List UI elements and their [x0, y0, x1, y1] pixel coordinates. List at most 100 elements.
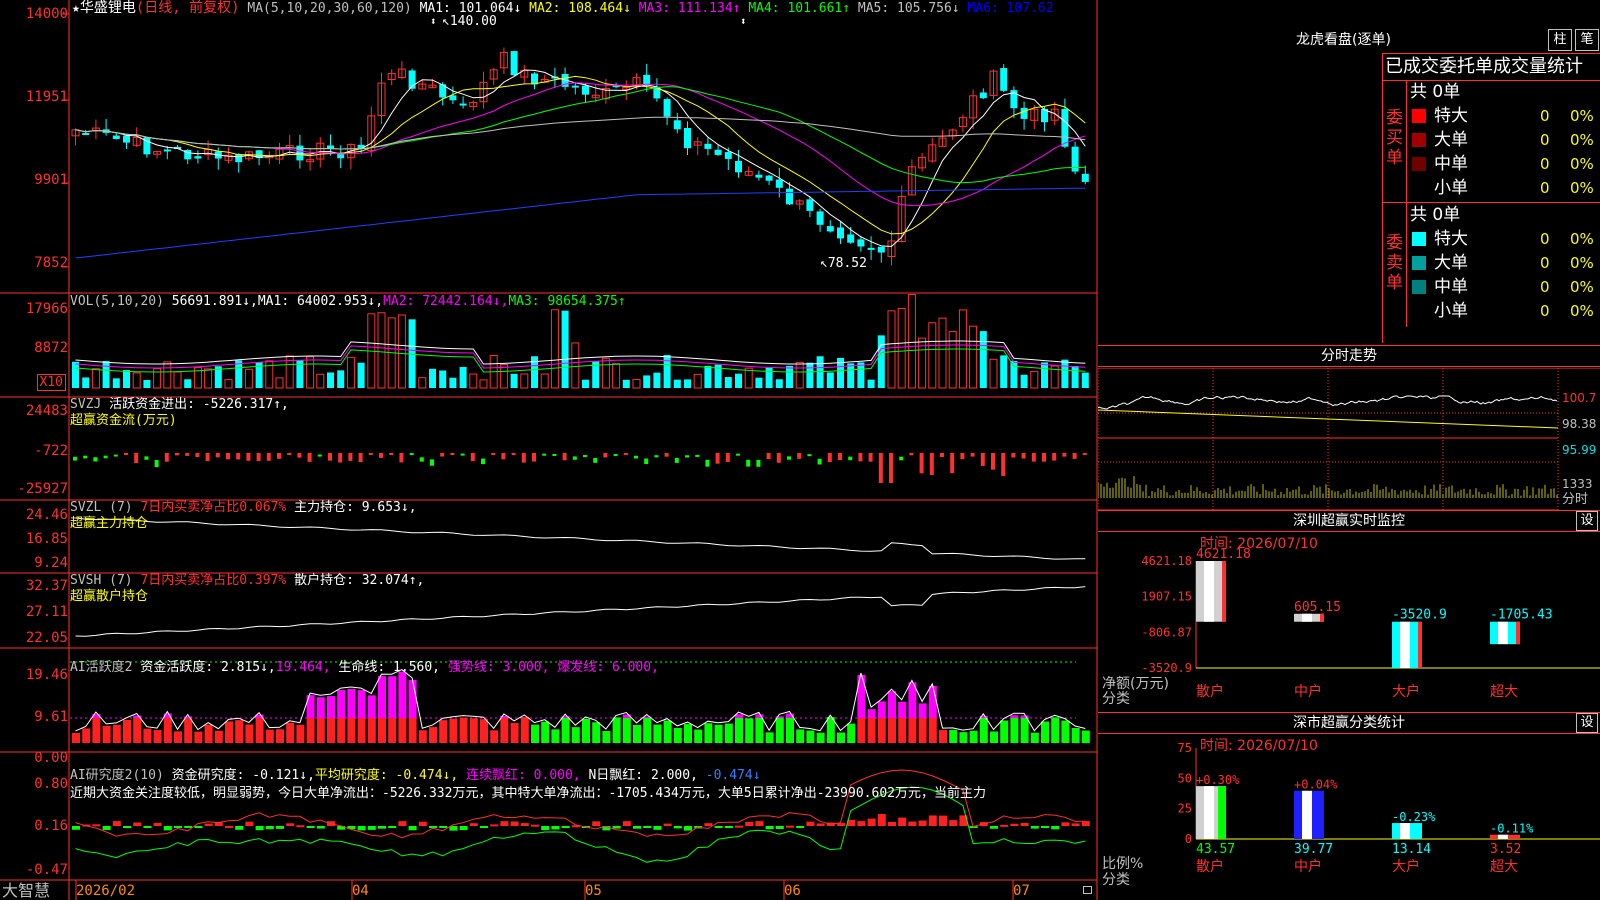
- activity-bar: [704, 723, 713, 743]
- flow-bar: [899, 456, 904, 461]
- volume-bar: [1000, 355, 1008, 388]
- ma-value: MA5: 105.756↓: [857, 1, 968, 16]
- activity-bar: [204, 724, 213, 743]
- svzj-axis: 24483 -722 -25927: [0, 395, 68, 498]
- ai2-value: 资金研究度: -0.121↓,: [171, 768, 315, 783]
- candle: [755, 174, 763, 178]
- volume-bar: [582, 379, 589, 388]
- volume-bar: [1030, 370, 1039, 389]
- lhb-header: 已成交委托单成交量统计: [1385, 56, 1583, 77]
- volume-bar: [429, 368, 436, 388]
- buy-row[interactable]: 小单 0 0%: [1408, 176, 1600, 200]
- volume-bar: [989, 358, 998, 389]
- sz-bar-edge: [1222, 561, 1226, 622]
- row-name: 特大: [1434, 229, 1468, 249]
- research-bar: [245, 821, 254, 826]
- cls-settings-button[interactable]: 设: [1576, 713, 1598, 733]
- x-label: 2026/02: [76, 883, 136, 899]
- sz-bar-value: -1705.43: [1490, 608, 1553, 623]
- ma-line: [75, 69, 1086, 247]
- intraday-chart[interactable]: [1098, 368, 1600, 510]
- sz-bar-highlight: [1400, 621, 1410, 668]
- ai1-value2: 19.464,: [275, 660, 331, 675]
- buy-row[interactable]: 中单 0 0%: [1408, 152, 1600, 176]
- lock-icon[interactable]: [1083, 886, 1092, 894]
- vol-ma-values: MA1: 64002.953↓,MA2: 72442.164↓,MA3: 986…: [258, 294, 626, 309]
- flow-bar: [287, 453, 292, 456]
- cls-tick: 75: [1178, 741, 1192, 755]
- volume-bar: [91, 368, 100, 389]
- flow-bar: [664, 453, 669, 457]
- buy-row[interactable]: 特大 0 0%: [1408, 104, 1600, 128]
- activity-bar: [622, 718, 631, 743]
- ai2-last: -0.474↓: [705, 768, 761, 783]
- sell-row[interactable]: 中单 0 0%: [1408, 275, 1600, 299]
- chart-mode[interactable]: (日线, 前复权): [136, 0, 240, 16]
- activity-bar: [418, 730, 427, 743]
- ma-value: MA6: 107.62: [967, 1, 1054, 16]
- volume-bar: [123, 370, 130, 388]
- tick-mode-button[interactable]: 笔: [1575, 29, 1599, 51]
- sell-row[interactable]: 特大 0 0%: [1408, 227, 1600, 251]
- activity-bar: [520, 717, 529, 743]
- activity-bar: [388, 676, 397, 718]
- activity-bar: [82, 728, 91, 743]
- research-bar: [408, 826, 417, 831]
- activity-bar: [663, 720, 672, 743]
- chart-canvas[interactable]: [0, 0, 1100, 900]
- cls-ylabel: 比例%: [1102, 856, 1144, 872]
- activity-bar: [357, 690, 366, 718]
- svzl-label: SVZL (7): [70, 500, 133, 515]
- ai2-header: AI研究度2(10) 资金研究度: -0.121↓,平均研究度: -0.474↓…: [70, 768, 761, 784]
- row-percent: 0%: [1570, 107, 1594, 125]
- svzj-tick: -722: [34, 443, 68, 459]
- intraday-vol-tick: 1333: [1562, 477, 1593, 491]
- cls-bar-chart[interactable]: 75 50 25 0 +0.30% 43.57散户 +0.04% 39.77中户 -0.23% 1…: [1098, 734, 1600, 900]
- ai1-tick: 19.46: [25, 667, 68, 683]
- ma-value: MA4: 101.661↑: [748, 1, 858, 16]
- activity-bar: [439, 720, 448, 743]
- ma-values: MA1: 101.064↓ MA2: 108.464↓ MA3: 111.134…: [420, 1, 1054, 16]
- volume-bar: [510, 373, 518, 388]
- research-bar: [633, 826, 641, 829]
- svzl-axis: 24.46 16.85 9.24: [0, 498, 68, 571]
- candle: [163, 149, 171, 152]
- volume-bar: [265, 360, 274, 389]
- star-icon[interactable]: ★: [72, 1, 80, 16]
- sell-row[interactable]: 大单 0 0%: [1408, 251, 1600, 275]
- volume-bar: [1071, 365, 1079, 388]
- research-bar: [480, 826, 488, 828]
- flow-bar: [970, 453, 975, 457]
- research-bar: [1010, 823, 1019, 826]
- volume-bar: [826, 372, 834, 388]
- activity-bar: [367, 718, 376, 743]
- candle: [1020, 107, 1028, 119]
- candle: [643, 74, 651, 85]
- research-bar: [653, 826, 662, 830]
- vol-unit-badge: X10: [36, 374, 66, 391]
- buy-row[interactable]: 大单 0 0%: [1408, 128, 1600, 152]
- vol-tick: 8872: [34, 340, 68, 356]
- bar-mode-button[interactable]: 柱: [1548, 29, 1572, 51]
- sell-side-label: 委卖单: [1383, 203, 1407, 327]
- ma-value: MA3: 111.134↑: [638, 1, 749, 16]
- sz-settings-button[interactable]: 设: [1576, 511, 1598, 531]
- activity-bar: [449, 718, 458, 743]
- volume-bar: [724, 377, 732, 388]
- volume-bar: [601, 357, 610, 389]
- cls-bar-label: 超大: [1490, 859, 1518, 875]
- sell-row[interactable]: 小单 0 0%: [1408, 299, 1600, 323]
- volume-bar: [632, 379, 641, 389]
- volume-bar: [928, 322, 937, 389]
- flow-bar: [501, 453, 506, 460]
- ai1-tick: 0.00: [34, 750, 68, 766]
- flow-bar: [399, 453, 404, 463]
- row-percent: 0%: [1570, 254, 1594, 272]
- volume-bar: [1020, 374, 1028, 388]
- activity-bar: [612, 717, 621, 743]
- candle: [1081, 173, 1089, 182]
- sz-bar-chart[interactable]: 4621.18 1907.15 -806.87 -3520.9 4621.18 散户 605…: [1098, 532, 1600, 712]
- volume-bar: [795, 361, 804, 389]
- color-swatch-icon: [1412, 280, 1426, 294]
- flow-bar: [144, 456, 149, 460]
